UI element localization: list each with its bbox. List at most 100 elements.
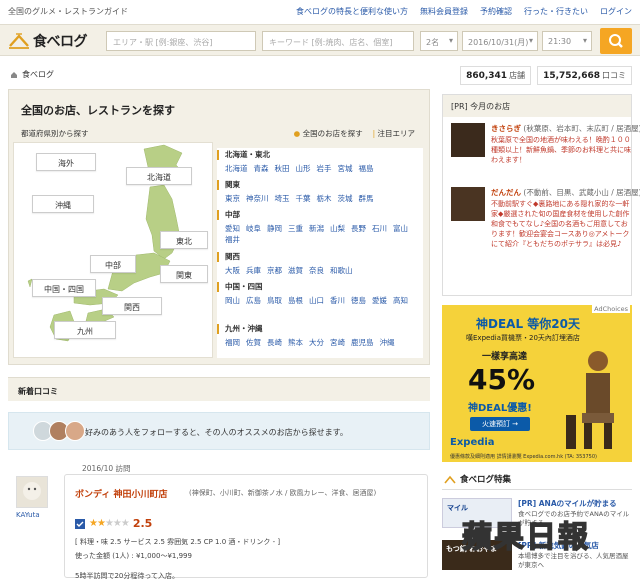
ad-subhead: 嘆Expedia買機票・20天內訂埋酒店 bbox=[466, 334, 580, 342]
pr-panel: [PR] 今月のお店 きさらぎ (秋葉原、岩本町、末広町 / 居酒屋) 秋葉原で… bbox=[442, 94, 640, 296]
region-kansai: 関西 大阪 兵庫 京都 滋賀 奈良 和歌山 bbox=[217, 252, 359, 276]
pr-item[interactable]: きさらぎ (秋葉原、岩本町、末広町 / 居酒屋) 秋葉原で全国の地酒が味わえる！… bbox=[451, 123, 640, 193]
nav-register-link[interactable]: 無料会員登録 bbox=[420, 6, 468, 17]
pref-link[interactable]: 福岡 bbox=[225, 338, 240, 347]
region-hokkaido-tohoku: 北海道・東北 北海道 青森 秋田 山形 岩手 宮城 福島 bbox=[217, 150, 380, 174]
map-region-kanto[interactable]: 関東 bbox=[160, 265, 208, 283]
breadcrumb-home-link[interactable]: 食べログ bbox=[22, 69, 54, 80]
map-region-okinawa[interactable]: 沖縄 bbox=[32, 195, 94, 213]
pr-item[interactable]: だんだん (不動前、目黒、武蔵小山 / 居酒屋) 不動前駅すぐ◆裏路地にある隠れ… bbox=[451, 187, 640, 292]
pref-link[interactable]: 山口 bbox=[309, 296, 324, 305]
adchoices-link[interactable]: AdChoices bbox=[592, 305, 630, 313]
pref-link[interactable]: 愛知 bbox=[225, 224, 240, 233]
pref-link[interactable]: 兵庫 bbox=[246, 266, 261, 275]
pref-link[interactable]: 石川 bbox=[372, 224, 387, 233]
all-shops-link[interactable]: ● 全国のお店を探す bbox=[294, 128, 363, 139]
new-reviews-header: 新着口コミ bbox=[8, 377, 430, 401]
pr-item-desc: 不動前駅すぐ◆裏路地にある隠れ家的な一軒家◆厳選された旬の国産食材を使用した創作… bbox=[491, 200, 630, 248]
area-search-input[interactable]: エリア・駅 [例:銀座、渋谷] bbox=[106, 31, 256, 51]
nav-visited-link[interactable]: 行った・行きたい bbox=[524, 6, 588, 17]
pr-title: [PR] 今月のお店 bbox=[443, 95, 631, 117]
pref-link[interactable]: 神奈川 bbox=[246, 194, 269, 203]
site-tagline: 全国のグルメ・レストランガイド bbox=[8, 7, 128, 16]
pref-link[interactable]: 滋賀 bbox=[288, 266, 303, 275]
region-kanto: 関東 東京 神奈川 埼玉 千葉 栃木 茨城 群馬 bbox=[217, 180, 380, 204]
pref-link[interactable]: 奈良 bbox=[309, 266, 324, 275]
pref-link[interactable]: 鹿児島 bbox=[351, 338, 374, 347]
nav-login-link[interactable]: ログイン bbox=[600, 6, 632, 17]
follow-banner[interactable]: 好みのあう人をフォローすると、その人のオススメのお店から探せます。 bbox=[8, 412, 430, 450]
top-strip: 全国のグルメ・レストランガイド 食べログの特長と便利な使い方 無料会員登録 予約… bbox=[0, 0, 640, 22]
date-select[interactable]: 2016/10/31(月) bbox=[462, 31, 538, 51]
pref-link[interactable]: 千葉 bbox=[296, 194, 311, 203]
pref-link[interactable]: 長野 bbox=[351, 224, 366, 233]
keyword-search-input[interactable]: キーワード [例:焼肉、店名、個室] bbox=[262, 31, 414, 51]
pref-link[interactable]: 富山 bbox=[393, 224, 408, 233]
pref-link[interactable]: 大阪 bbox=[225, 266, 240, 275]
avatar[interactable] bbox=[16, 476, 48, 508]
pref-link[interactable]: 京都 bbox=[267, 266, 282, 275]
review-score: 2.5 bbox=[132, 517, 153, 530]
pref-link[interactable]: 山形 bbox=[296, 164, 311, 173]
pref-link[interactable]: 埼玉 bbox=[275, 194, 290, 203]
pref-link[interactable]: 鳥取 bbox=[267, 296, 282, 305]
header-search-bar: 食べログ エリア・駅 [例:銀座、渋谷] キーワード [例:焼肉、店名、個室] … bbox=[0, 24, 640, 56]
pref-link[interactable]: 香川 bbox=[330, 296, 345, 305]
pref-link[interactable]: 岡山 bbox=[225, 296, 240, 305]
ad-book-button[interactable]: 火速預訂 → bbox=[470, 417, 530, 431]
review-price: 使った金額 (1人) : ¥1,000～¥1,999 bbox=[75, 552, 192, 560]
popular-area-link[interactable]: | 注目エリア bbox=[373, 128, 415, 139]
pref-link[interactable]: 熊本 bbox=[288, 338, 303, 347]
map-region-chugoku-shikoku[interactable]: 中国・四国 bbox=[32, 279, 96, 297]
pref-link[interactable]: 福井 bbox=[225, 235, 240, 244]
map-region-overseas[interactable]: 海外 bbox=[36, 153, 96, 171]
search-button[interactable] bbox=[600, 28, 632, 54]
pref-link[interactable]: 沖縄 bbox=[380, 338, 395, 347]
pref-link[interactable]: 山梨 bbox=[330, 224, 345, 233]
pref-link[interactable]: 高知 bbox=[393, 296, 408, 305]
pref-link[interactable]: 佐賀 bbox=[246, 338, 261, 347]
pref-link[interactable]: 栃木 bbox=[317, 194, 332, 203]
nav-reservation-link[interactable]: 予約確認 bbox=[480, 6, 512, 17]
pref-link[interactable]: 和歌山 bbox=[330, 266, 353, 275]
map-region-kansai[interactable]: 関西 bbox=[102, 297, 162, 315]
pref-link[interactable]: 東京 bbox=[225, 194, 240, 203]
pref-link[interactable]: 北海道 bbox=[225, 164, 248, 173]
pref-link[interactable]: 岐阜 bbox=[246, 224, 261, 233]
review-shop-name[interactable]: ボンディ 神田小川町店 bbox=[75, 487, 168, 500]
pref-link[interactable]: 三重 bbox=[288, 224, 303, 233]
pref-link[interactable]: 愛媛 bbox=[372, 296, 387, 305]
pref-link[interactable]: 新潟 bbox=[309, 224, 324, 233]
pref-link[interactable]: 岩手 bbox=[317, 164, 332, 173]
pref-link[interactable]: 広島 bbox=[246, 296, 261, 305]
ad-deal: 神DEAL優惠! bbox=[468, 403, 532, 414]
pref-link[interactable]: 福島 bbox=[359, 164, 374, 173]
panel-title: 全国のお店、レストランを探す bbox=[21, 104, 175, 117]
pref-link[interactable]: 島根 bbox=[288, 296, 303, 305]
tabelog-logo[interactable]: 食べログ bbox=[8, 31, 88, 51]
pref-link[interactable]: 茨城 bbox=[338, 194, 353, 203]
pref-link[interactable]: 徳島 bbox=[351, 296, 366, 305]
pref-link[interactable]: 静岡 bbox=[267, 224, 282, 233]
pref-link[interactable]: 宮城 bbox=[338, 164, 353, 173]
map-region-kyushu[interactable]: 九州 bbox=[54, 321, 116, 339]
pref-link[interactable]: 秋田 bbox=[275, 164, 290, 173]
score-breakdown: [ 料理・味 2.5 サービス 2.5 雰囲気 2.5 CP 1.0 酒・ドリン… bbox=[75, 538, 281, 546]
pref-link[interactable]: 大分 bbox=[309, 338, 324, 347]
map-region-tohoku[interactable]: 東北 bbox=[160, 231, 208, 249]
logo-mark-icon bbox=[9, 33, 29, 49]
map-region-chubu[interactable]: 中部 bbox=[90, 255, 136, 273]
map-region-hokkaido[interactable]: 北海道 bbox=[126, 167, 192, 185]
pref-link[interactable]: 長崎 bbox=[267, 338, 282, 347]
ad-figure-image bbox=[566, 351, 614, 449]
review-username[interactable]: KAYuta bbox=[16, 511, 40, 519]
pref-link[interactable]: 群馬 bbox=[359, 194, 374, 203]
new-reviews-title: 新着口コミ bbox=[18, 387, 58, 396]
pref-list: 福岡 佐賀 長崎 熊本 大分 宮崎 鹿児島 沖縄 bbox=[217, 337, 423, 348]
pref-link[interactable]: 青森 bbox=[254, 164, 269, 173]
time-select[interactable]: 21:30 bbox=[542, 31, 592, 51]
nav-features-link[interactable]: 食べログの特長と便利な使い方 bbox=[296, 6, 408, 17]
advertisement[interactable]: AdChoices 神DEAL 等你20天 嘆Expedia買機票・20天內訂埋… bbox=[442, 305, 632, 462]
pref-link[interactable]: 宮崎 bbox=[330, 338, 345, 347]
people-select[interactable]: 2名 bbox=[420, 31, 458, 51]
